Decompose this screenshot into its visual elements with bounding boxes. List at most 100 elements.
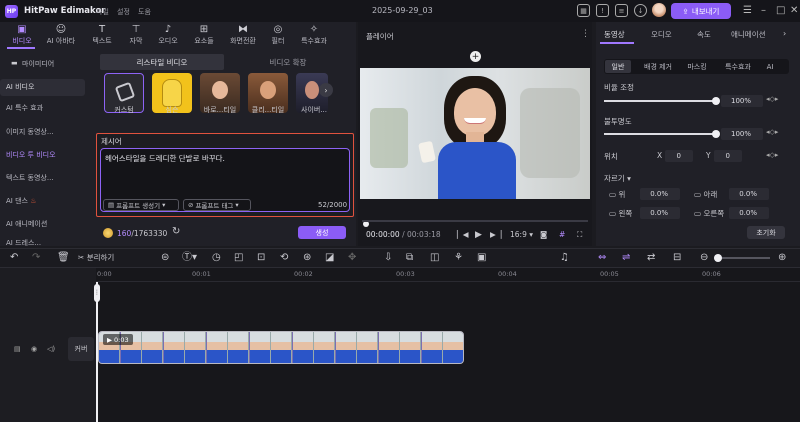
- maximize-icon[interactable]: □: [776, 5, 785, 16]
- freeze-frame-icon[interactable]: ◫: [430, 252, 439, 264]
- undo-icon[interactable]: ↶: [10, 252, 18, 264]
- tool-effects[interactable]: ✧ 특수효과: [297, 22, 331, 48]
- zoom-slider[interactable]: [714, 257, 770, 259]
- chevron-right-icon[interactable]: ›: [783, 29, 786, 38]
- subtab-masking[interactable]: 마스킹: [682, 60, 712, 73]
- tab-animation[interactable]: 애니메이션: [731, 29, 766, 40]
- microphone-icon[interactable]: ♫: [560, 252, 569, 264]
- menu-file[interactable]: 파일: [96, 7, 109, 17]
- playhead-handle[interactable]: ⋮: [94, 284, 100, 302]
- link-icon[interactable]: ⇌: [622, 252, 630, 264]
- tab-video-extend[interactable]: 비디오 확장: [226, 54, 350, 70]
- sidebar-item-ai-animation[interactable]: AI 애니메이션: [6, 219, 47, 229]
- tool-audio[interactable]: ♪ 오디오: [154, 22, 182, 48]
- sidebar-item-video-to-video[interactable]: 비디오 투 비디오: [6, 150, 56, 160]
- opacity-slider[interactable]: [604, 130, 720, 138]
- tool-filter[interactable]: ◎ 필터: [267, 22, 289, 48]
- feedback-icon[interactable]: !: [596, 4, 609, 17]
- cover-button[interactable]: 커버: [68, 337, 94, 361]
- minimize-icon[interactable]: –: [761, 5, 766, 16]
- y-input[interactable]: 0: [714, 150, 742, 162]
- track-icon[interactable]: ⇄: [647, 252, 655, 264]
- snapshot-icon[interactable]: ◙: [540, 230, 547, 239]
- track-lock-icon[interactable]: ▤: [14, 345, 21, 353]
- subtab-bg-remove[interactable]: 배경 제거: [637, 60, 679, 73]
- zoom-out-icon[interactable]: ⊖: [700, 252, 708, 264]
- text-tool-icon[interactable]: Ⓣ▾: [182, 252, 197, 264]
- subtab-effects[interactable]: 특수효과: [718, 60, 758, 73]
- menu-icon[interactable]: ☰: [743, 5, 752, 16]
- keyframe-icon[interactable]: ◂◇▸: [766, 128, 778, 136]
- export-button[interactable]: ⇪ 내보내기: [671, 3, 731, 19]
- zoom-in-icon[interactable]: ⊕: [778, 252, 786, 264]
- sidebar-item-my-media[interactable]: 마이미디어: [22, 59, 54, 69]
- play-icon[interactable]: ▶: [475, 230, 482, 240]
- redo-icon[interactable]: ↷: [32, 252, 40, 264]
- opacity-knob[interactable]: [712, 130, 720, 138]
- tool-text[interactable]: T 텍스트: [88, 22, 116, 48]
- video-clip[interactable]: [98, 331, 464, 364]
- tool-video[interactable]: ▣ 비디오: [8, 22, 36, 48]
- snap-icon[interactable]: ⇔: [598, 252, 606, 264]
- sidebar-item-ai-dance[interactable]: AI 댄스 ♨: [6, 196, 36, 206]
- download-icon[interactable]: ↓: [634, 4, 647, 17]
- video-preview[interactable]: [360, 68, 590, 199]
- sidebar-item-ai-effects[interactable]: AI 특수 효과: [6, 103, 43, 113]
- zoom-knob[interactable]: [714, 254, 722, 262]
- crop-bottom-input[interactable]: 0.0%: [729, 188, 769, 200]
- ai-tool-icon[interactable]: ⚘: [454, 252, 463, 264]
- mask-icon[interactable]: ◪: [325, 252, 334, 264]
- generate-button[interactable]: 생성: [298, 226, 346, 239]
- subtab-ai[interactable]: AI: [763, 60, 777, 73]
- tool-ai-avatar[interactable]: ☺ AI 아바타: [42, 22, 80, 48]
- fullscreen-icon[interactable]: ⛶: [577, 230, 582, 240]
- subtab-general[interactable]: 일반: [605, 60, 631, 73]
- adjust-icon[interactable]: ◰: [234, 252, 243, 264]
- rotate-handle-icon[interactable]: +: [470, 51, 481, 62]
- grid-icon[interactable]: ▦: [577, 4, 590, 17]
- aspect-select[interactable]: 16:9 ▾: [510, 230, 533, 239]
- sidebar-item-image-video[interactable]: 이미지 동영상...: [6, 127, 54, 137]
- sidebar-item-ai-dress[interactable]: AI 드레스...: [6, 238, 41, 246]
- tool-transition[interactable]: ⧓ 화면전환: [226, 22, 260, 48]
- scale-knob[interactable]: [712, 97, 720, 105]
- more-icon[interactable]: ⋮: [581, 29, 590, 39]
- speed-icon[interactable]: ◷: [212, 252, 221, 264]
- sidebar-item-ai-video[interactable]: AI 비디오: [0, 79, 85, 96]
- menu-help[interactable]: 도움: [138, 7, 151, 17]
- sticker-icon[interactable]: ▣: [477, 252, 486, 264]
- crop-top-input[interactable]: 0.0%: [640, 188, 680, 200]
- crop-icon[interactable]: ⊡: [257, 252, 265, 264]
- split-button[interactable]: ✂ 분리하기: [78, 252, 114, 264]
- grid-guide-icon[interactable]: #: [559, 230, 565, 239]
- menu-settings[interactable]: 설정: [117, 7, 130, 17]
- mirror-icon[interactable]: ⟲: [280, 252, 288, 264]
- chat-icon[interactable]: ≡: [615, 4, 628, 17]
- scale-input[interactable]: 100%: [721, 95, 763, 107]
- fit-icon[interactable]: ⊟: [673, 252, 681, 264]
- progress-bar[interactable]: [362, 220, 588, 222]
- tool-subtitle[interactable]: ⊤ 자막: [124, 22, 148, 48]
- prompt-tag-button[interactable]: ⊘ 프롬프트 태그 ▾: [183, 199, 251, 211]
- keyframe-icon[interactable]: ◂◇▸: [766, 151, 778, 159]
- avatar[interactable]: [652, 3, 666, 17]
- opacity-input[interactable]: 100%: [721, 128, 763, 140]
- keyframe-icon[interactable]: ◂◇▸: [766, 95, 778, 103]
- prev-frame-icon[interactable]: ▏◀: [457, 230, 469, 239]
- crop-left-input[interactable]: 0.0%: [640, 207, 680, 219]
- reset-button[interactable]: 초기화: [747, 226, 785, 239]
- x-input[interactable]: 0: [665, 150, 693, 162]
- close-icon[interactable]: ✕: [790, 5, 798, 16]
- scale-slider[interactable]: [604, 97, 720, 105]
- reverse-icon[interactable]: ⊛: [303, 252, 311, 264]
- tool-elements[interactable]: ⊞ 요소들: [190, 22, 218, 48]
- freeze-icon[interactable]: ⊜: [161, 252, 169, 264]
- refresh-icon[interactable]: ↻: [172, 226, 180, 237]
- visibility-icon[interactable]: ◉: [31, 345, 37, 353]
- crop-right-input[interactable]: 0.0%: [729, 207, 769, 219]
- delete-icon[interactable]: 🗑: [57, 252, 70, 264]
- tab-audio[interactable]: 오디오: [651, 29, 672, 40]
- prompt-generator-button[interactable]: ▤ 프롬프트 생성기 ▾: [103, 199, 179, 211]
- replace-icon[interactable]: ⧉: [406, 252, 413, 264]
- tab-restyle-video[interactable]: 리스타일 비디오: [100, 54, 224, 70]
